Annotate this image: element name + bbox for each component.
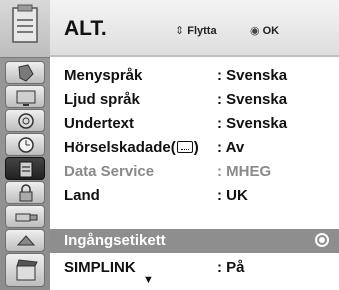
move-hint: ⇕ Flytta — [175, 24, 217, 37]
movie-icon[interactable] — [5, 253, 45, 287]
category-sidebar — [0, 0, 50, 290]
label-suffix: ) — [193, 139, 199, 156]
ok-select-icon — [315, 233, 329, 247]
menu-item-value: : Svenska — [217, 67, 288, 84]
label-prefix: Hörselskadade( — [64, 139, 176, 156]
dpad-icon: ⇕ — [175, 25, 185, 37]
picture-icon[interactable] — [5, 85, 45, 108]
ok-hint: ◉ OK — [250, 24, 279, 37]
setup-icon[interactable] — [5, 61, 45, 84]
subtitle-cc-icon — [176, 141, 193, 153]
menu-item-label: Ljud språk — [64, 91, 140, 108]
option-category-icon — [0, 0, 50, 58]
menu-item-value: : På — [217, 259, 245, 276]
ok-hint-label: OK — [262, 25, 280, 37]
scroll-down-arrow-icon[interactable]: ▼ — [143, 274, 154, 286]
menu-header: ALT. ⇕ Flytta ◉ OK — [50, 0, 339, 57]
menu-item-label: Hörselskadade() — [64, 139, 199, 156]
menu-item-data-service: Data Service : MHEG — [50, 160, 339, 184]
menu-item-value: : MHEG — [217, 163, 272, 180]
menu-item-menu-language[interactable]: Menyspråk : Svenska — [50, 64, 339, 88]
menu-item-value: : UK — [217, 187, 248, 204]
menu-item-country[interactable]: Land : UK — [50, 184, 339, 208]
menu-item-label: Menyspråk — [64, 67, 143, 84]
menu-item-label: Ingångsetikett — [64, 232, 166, 249]
menu-item-simplink[interactable]: SIMPLINK : På — [50, 256, 339, 280]
page-title: ALT. — [64, 17, 107, 40]
menu-item-value: : Av — [217, 139, 245, 156]
usb-icon[interactable] — [5, 205, 45, 228]
menu-item-label: Undertext — [64, 115, 135, 132]
menu-item-label: SIMPLINK — [64, 259, 136, 276]
menu-item-audio-language[interactable]: Ljud språk : Svenska — [50, 88, 339, 112]
input-icon[interactable] — [5, 229, 45, 252]
option-menu-list: Menyspråk : Svenska Ljud språk : Svenska… — [50, 57, 339, 290]
menu-item-label: Data Service — [64, 163, 155, 180]
menu-item-input-label[interactable]: Ingångsetikett — [50, 229, 339, 253]
option-icon[interactable] — [5, 157, 45, 180]
lock-icon[interactable] — [5, 181, 45, 204]
move-hint-label: Flytta — [187, 25, 217, 37]
menu-item-label: Land — [64, 187, 100, 204]
menu-item-value: : Svenska — [217, 91, 288, 108]
menu-item-value: : Svenska — [217, 115, 288, 132]
menu-item-subtitle[interactable]: Undertext : Svenska — [50, 112, 339, 136]
option-menu-screen: ALT. ⇕ Flytta ◉ OK Menyspråk : Svenska Lju… — [0, 0, 339, 290]
menu-item-hearing-impaired[interactable]: Hörselskadade() : Av — [50, 136, 339, 160]
audio-icon[interactable] — [5, 109, 45, 132]
time-icon[interactable] — [5, 133, 45, 156]
ok-button-icon: ◉ — [250, 25, 260, 37]
